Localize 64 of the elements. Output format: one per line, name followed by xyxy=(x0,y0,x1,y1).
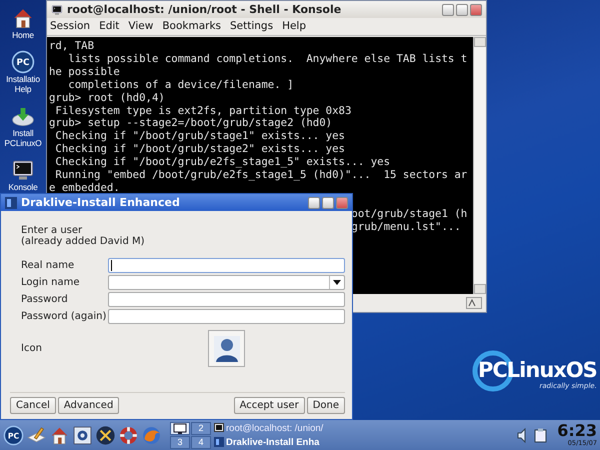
dropdown-arrow-icon[interactable] xyxy=(333,280,341,285)
terminal-line: he possible xyxy=(49,66,121,79)
app-icon xyxy=(214,437,224,447)
icon-label: Help xyxy=(14,84,32,94)
terminal-line: oot/grub/stage1 (h xyxy=(351,208,468,221)
window-title: root@localhost: /union/root - Shell - Konsole xyxy=(67,3,342,16)
instruction-text: (already added David M) xyxy=(21,236,146,247)
terminal-line: Checking if "/boot/grub/e2fs_stage1_5" exists... yes xyxy=(54,156,392,170)
menu-item[interactable]: View xyxy=(128,20,154,33)
clock-time: 6:23 xyxy=(557,423,597,439)
terminal-line: e embedded. xyxy=(49,182,121,195)
field-label: Login name xyxy=(21,277,81,288)
icon-label: Install xyxy=(12,128,34,138)
terminal-line: completions of a device/filename. ] xyxy=(67,78,295,92)
terminal-line: grub> setup --stage2=/boot/grub/stage2 (hd0) xyxy=(49,117,334,130)
menu-item[interactable]: Edit xyxy=(99,20,120,33)
instruction-text: Enter a user xyxy=(21,225,84,236)
terminal-line: lists possible command completions. Anywhere else TAB lists t xyxy=(67,52,468,66)
terminal-icon[interactable] xyxy=(11,158,35,182)
terminal-icon xyxy=(214,423,224,433)
dialog-button[interactable]: Cancel xyxy=(10,397,56,414)
lifebuoy-icon[interactable] xyxy=(118,424,139,446)
menu-item[interactable]: Session xyxy=(50,20,90,33)
icon-label: Installatio xyxy=(6,74,40,84)
terminal-line: Filesystem type is ext2fs, partition type 0x83 xyxy=(54,104,352,118)
monitor-icon xyxy=(173,422,187,434)
field-label: Password (again) xyxy=(21,311,108,322)
dialog-button[interactable]: Accept user xyxy=(234,397,305,414)
user-silhouette-icon xyxy=(212,334,240,362)
field-label: Password xyxy=(21,294,69,305)
input-field[interactable] xyxy=(108,292,345,307)
pc-logo-icon[interactable]: PC xyxy=(11,50,35,74)
icon-label: Konsole xyxy=(8,182,38,192)
close-button[interactable] xyxy=(470,4,482,16)
taskbar-task[interactable]: Draklive-Install Enha xyxy=(214,435,324,449)
terminal-line: grub/menu.lst"... xyxy=(351,220,462,234)
maximize-button[interactable] xyxy=(456,4,468,16)
terminal-icon xyxy=(51,4,63,16)
maximize-button[interactable] xyxy=(322,196,334,208)
dialog-button[interactable]: Advanced xyxy=(58,397,120,414)
menu-item[interactable]: Help xyxy=(282,20,306,33)
tools-icon[interactable] xyxy=(95,424,116,446)
logo-text: PCLinuxOS xyxy=(478,358,597,382)
minimize-button[interactable] xyxy=(308,196,320,208)
field-label: Real name xyxy=(21,260,76,271)
icon-label: PCLinuxO xyxy=(4,138,42,148)
avatar-button[interactable] xyxy=(208,330,245,367)
field-label: Icon xyxy=(21,343,43,354)
terminal-line: grub> root (hd0,4) xyxy=(49,92,166,105)
input-field[interactable] xyxy=(108,258,345,273)
window-title: Draklive-Install Enhanced xyxy=(21,196,181,209)
dialog-button[interactable]: Done xyxy=(306,397,345,414)
terminal-line: Checking if "/boot/grub/stage2" exists... yes xyxy=(54,143,346,156)
terminal-line: Running "embed /boot/grub/e2fs_stage1_5 (hd0)"... 15 sectors ar xyxy=(54,169,468,182)
app-icon xyxy=(5,196,17,208)
desktop-pager-cell[interactable] xyxy=(170,422,190,434)
menu-item[interactable]: Bookmarks xyxy=(162,20,221,33)
menu-item[interactable]: Settings xyxy=(230,20,274,33)
input-field[interactable] xyxy=(108,309,345,324)
minimize-button[interactable] xyxy=(442,4,454,16)
icon-label: Home xyxy=(12,30,34,40)
terminal-line: rd, TAB xyxy=(49,40,96,53)
clipboard-icon[interactable] xyxy=(534,428,548,442)
terminal-line: Checking if "/boot/grub/stage1" exists... yes xyxy=(54,130,346,144)
